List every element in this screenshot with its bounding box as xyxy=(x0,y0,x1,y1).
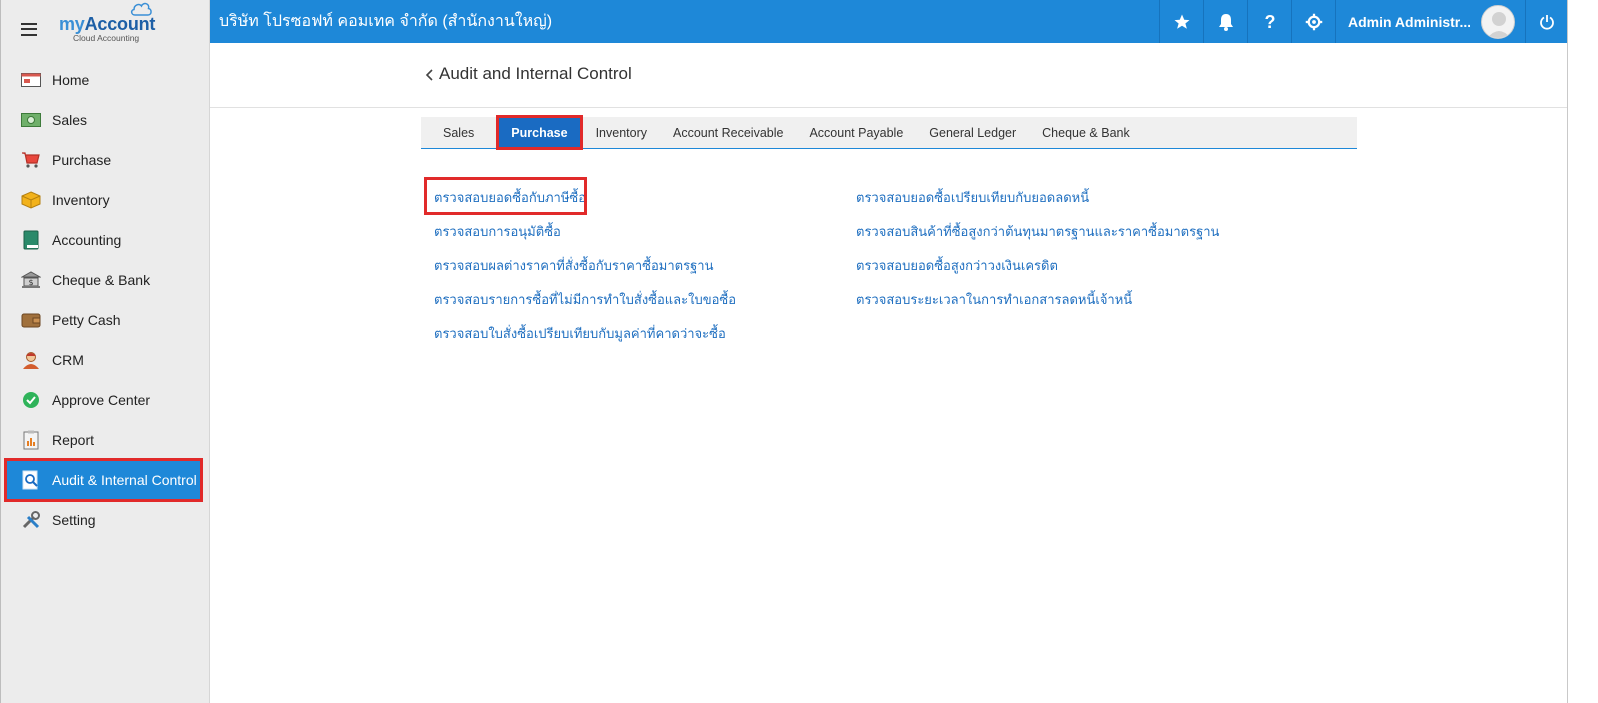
sidebar-item-label: Home xyxy=(52,72,90,88)
sidebar-item-label: Sales xyxy=(52,112,88,128)
tools-icon xyxy=(21,510,41,530)
logo-text-my: my xyxy=(59,14,85,35)
audit-icon xyxy=(21,470,41,490)
sidebar-item-accounting[interactable]: Accounting xyxy=(1,220,209,260)
favorites-button[interactable] xyxy=(1159,0,1203,43)
company-name: บริษัท โปรซอฟท์ คอมเทค จำกัด (สำนักงานให… xyxy=(219,13,553,30)
sidebar-item-label: Accounting xyxy=(52,232,122,248)
check-circle-icon xyxy=(21,390,41,410)
module-tabs: Sales Purchase Inventory Account Receiva… xyxy=(421,115,1357,150)
svg-text:?: ? xyxy=(1264,13,1275,31)
sidebar-item-cheque-bank[interactable]: $ Cheque & Bank xyxy=(1,260,209,300)
logo-text-account: Account xyxy=(84,14,156,35)
notifications-button[interactable] xyxy=(1203,0,1247,43)
sidebar-item-label: Purchase xyxy=(52,152,112,168)
sidebar-menu: Home Sales Purchase Inventory Accounting xyxy=(1,60,209,540)
top-bar: บริษัท โปรซอฟท์ คอมเทค จำกัด (สำนักงานให… xyxy=(210,0,1567,43)
cart-icon xyxy=(21,150,41,170)
tab-inventory[interactable]: Inventory xyxy=(583,117,660,148)
sidebar-item-home[interactable]: Home xyxy=(1,60,209,100)
power-icon xyxy=(1539,14,1554,30)
sidebar-item-label: Report xyxy=(52,432,95,448)
gear-icon xyxy=(1305,13,1322,30)
audit-link[interactable]: ตรวจสอบรายการซื้อที่ไม่มีการทำใบสั่งซื้อ… xyxy=(434,282,736,316)
audit-link[interactable]: ตรวจสอบสินค้าที่ซื้อสูงกว่าต้นทุนมาตรฐาน… xyxy=(856,214,1219,248)
audit-link[interactable]: ตรวจสอบผลต่างราคาที่สั่งซื้อกับราคาซื้อม… xyxy=(434,248,736,282)
money-icon xyxy=(21,110,41,130)
bank-icon: $ xyxy=(21,270,41,290)
sidebar-item-label: Cheque & Bank xyxy=(52,272,151,288)
tab-account-receivable[interactable]: Account Receivable xyxy=(660,117,796,148)
sidebar-item-setting[interactable]: Setting xyxy=(1,500,209,540)
cloud-icon xyxy=(130,3,152,16)
logo-subtitle: Cloud Accounting xyxy=(73,33,140,44)
svg-text:$: $ xyxy=(28,278,33,287)
sidebar-item-label: CRM xyxy=(52,352,84,368)
hamburger-menu-icon[interactable] xyxy=(21,22,37,36)
sidebar-item-label: Inventory xyxy=(52,192,110,208)
bell-icon xyxy=(1218,13,1233,31)
app-logo[interactable]: myAccount Cloud Accounting xyxy=(59,3,156,44)
sidebar-item-sales[interactable]: Sales xyxy=(1,100,209,140)
help-button[interactable]: ? xyxy=(1247,0,1291,43)
audit-link[interactable]: ตรวจสอบการอนุมัติซื้อ xyxy=(434,214,736,248)
sidebar: myAccount Cloud Accounting Home Sales Pu… xyxy=(0,0,210,703)
settings-button[interactable] xyxy=(1291,0,1335,43)
right-frame-edge xyxy=(1567,0,1598,703)
box-icon xyxy=(21,190,41,210)
tab-account-payable[interactable]: Account Payable xyxy=(796,117,916,148)
user-name: Admin Administr... xyxy=(1348,13,1470,30)
sidebar-item-label: Audit & Internal Control xyxy=(52,472,197,488)
sidebar-item-petty-cash[interactable]: Petty Cash xyxy=(1,300,209,340)
sidebar-item-label: Petty Cash xyxy=(52,312,121,328)
sidebar-item-label: Setting xyxy=(52,512,96,528)
audit-links-right: ตรวจสอบยอดซื้อเปรียบเทียบกับยอดลดหนี้ ตร… xyxy=(856,180,1219,316)
sidebar-item-purchase[interactable]: Purchase xyxy=(1,140,209,180)
help-icon: ? xyxy=(1264,13,1275,31)
page-header: Audit and Internal Control xyxy=(210,43,1567,108)
audit-link[interactable]: ตรวจสอบยอดซื้อเปรียบเทียบกับยอดลดหนี้ xyxy=(856,180,1219,214)
brand-header: myAccount Cloud Accounting xyxy=(1,0,209,58)
tab-general-ledger[interactable]: General Ledger xyxy=(916,117,1029,148)
back-chevron-icon[interactable] xyxy=(422,67,438,83)
user-menu[interactable]: Admin Administr... xyxy=(1335,0,1525,43)
page-title: Audit and Internal Control xyxy=(439,64,632,83)
star-icon xyxy=(1174,14,1189,29)
report-icon xyxy=(21,430,41,450)
book-icon xyxy=(21,230,41,250)
tab-cheque-bank[interactable]: Cheque & Bank xyxy=(1029,117,1143,148)
sidebar-item-report[interactable]: Report xyxy=(1,420,209,460)
tab-sales[interactable]: Sales xyxy=(421,117,487,148)
highlight-box xyxy=(424,177,587,215)
logout-button[interactable] xyxy=(1525,0,1567,43)
sidebar-item-label: Approve Center xyxy=(52,392,151,408)
wallet-icon xyxy=(21,310,41,330)
sidebar-item-inventory[interactable]: Inventory xyxy=(1,180,209,220)
sidebar-item-approve-center[interactable]: Approve Center xyxy=(1,380,209,420)
audit-link[interactable]: ตรวจสอบยอดซื้อสูงกว่าวงเงินเครดิต xyxy=(856,248,1219,282)
audit-link[interactable]: ตรวจสอบระยะเวลาในการทำเอกสารลดหนี้เจ้าหน… xyxy=(856,282,1219,316)
sidebar-item-audit-internal-control[interactable]: Audit & Internal Control xyxy=(4,458,203,502)
audit-link[interactable]: ตรวจสอบใบสั่งซื้อเปรียบเทียบกับมูลค่าที่… xyxy=(434,316,736,350)
person-icon xyxy=(21,350,41,370)
home-icon xyxy=(21,70,41,90)
sidebar-item-crm[interactable]: CRM xyxy=(1,340,209,380)
tab-purchase[interactable]: Purchase xyxy=(496,115,583,150)
avatar[interactable] xyxy=(1481,4,1515,39)
